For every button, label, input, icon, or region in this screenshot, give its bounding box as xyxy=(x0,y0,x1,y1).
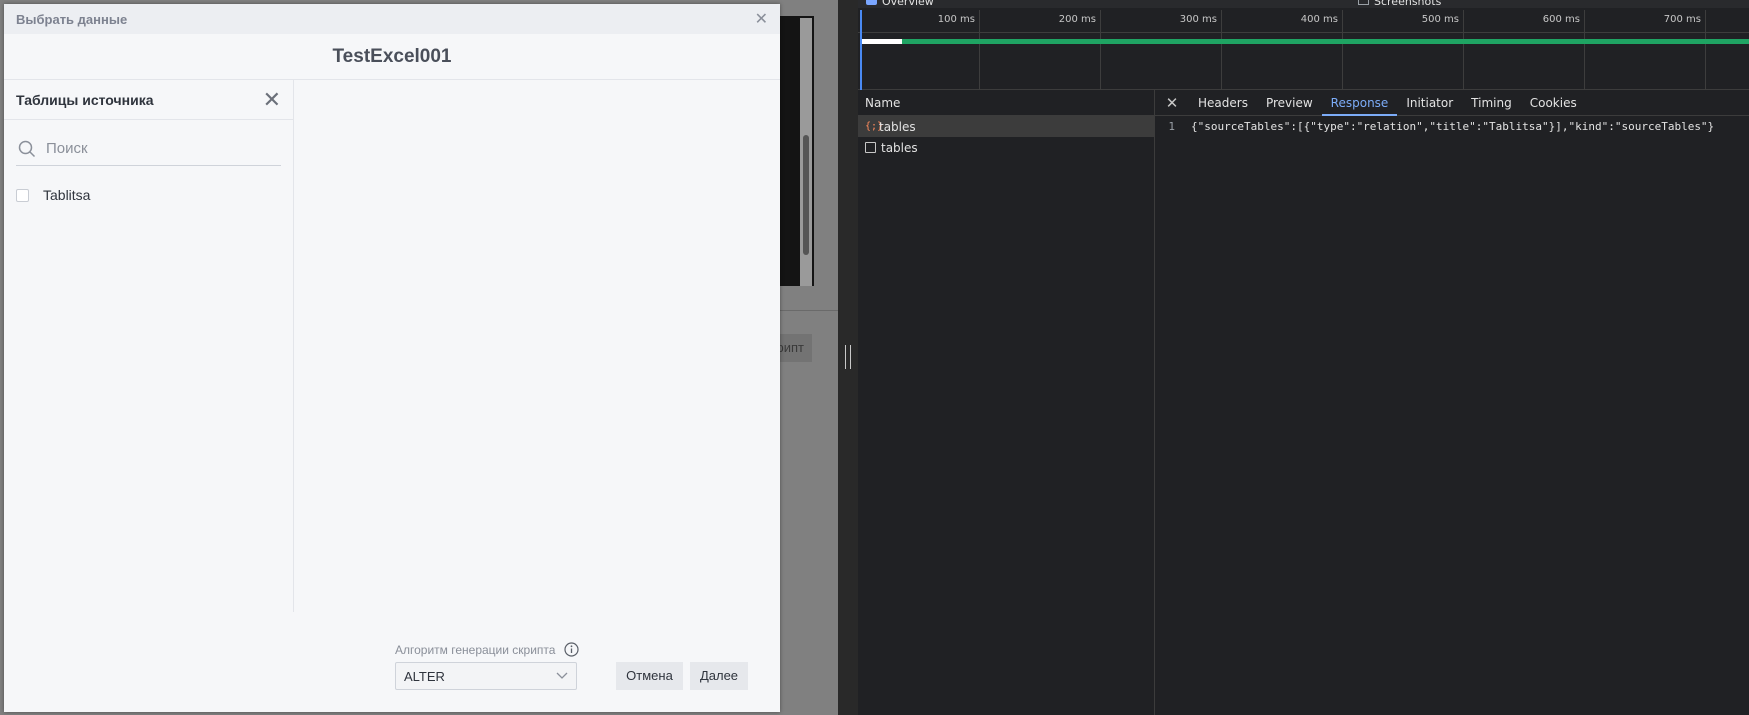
source-tables-header: Таблицы источника ✕ xyxy=(4,80,293,120)
timeline-tick-label: 400 ms xyxy=(1300,14,1338,25)
cancel-button[interactable]: Отмена xyxy=(616,662,683,690)
table-label: Tablitsa xyxy=(43,187,91,203)
search-field[interactable] xyxy=(16,132,281,166)
devtools-network-panel: Overview Screenshots 100 ms 200 ms 300 m… xyxy=(858,0,1749,715)
splitter-handle-icon[interactable] xyxy=(845,345,851,369)
timeline-gridline xyxy=(1463,10,1464,90)
timeline-tick-label: 700 ms xyxy=(1663,14,1701,25)
tab-preview[interactable]: Preview xyxy=(1257,90,1322,116)
modal-title: TestExcel001 xyxy=(4,34,780,80)
modal-header: Выбрать данные ✕ xyxy=(4,4,780,34)
request-name: tables xyxy=(879,119,916,134)
timeline-gridline xyxy=(1342,10,1343,90)
search-input[interactable] xyxy=(46,140,266,157)
response-line: 1 {"sourceTables":[{"type":"relation","t… xyxy=(1155,120,1749,133)
document-icon xyxy=(865,142,876,153)
algorithm-select[interactable]: ALTER xyxy=(395,662,577,690)
overview-label: Overview xyxy=(882,0,934,8)
algorithm-label: Алгоритм генерации скрипта xyxy=(395,642,580,657)
timeline-tick-label: 100 ms xyxy=(937,14,975,25)
request-list-header[interactable]: Name xyxy=(858,90,1154,116)
table-list-item[interactable]: Tablitsa xyxy=(16,186,293,204)
timeline-tick-label: 500 ms xyxy=(1421,14,1459,25)
modal-footer: Алгоритм генерации скрипта ALTER Отмена … xyxy=(4,614,780,712)
tab-initiator[interactable]: Initiator xyxy=(1397,90,1462,116)
algorithm-label-text: Алгоритм генерации скрипта xyxy=(395,642,556,657)
modal-header-title: Выбрать данные xyxy=(16,11,128,27)
request-detail: ✕ Headers Preview Response Initiator Tim… xyxy=(1155,90,1749,715)
screen: рипт Выбрать данные ✕ TestExcel001 Табли… xyxy=(0,0,1749,715)
json-icon: {;} xyxy=(865,121,884,132)
timeline-cursor[interactable] xyxy=(860,10,862,90)
background-divider xyxy=(770,310,838,311)
close-detail-icon[interactable]: ✕ xyxy=(1155,94,1189,112)
timeline-gridline xyxy=(1584,10,1585,90)
background-scrollbar-thumb[interactable] xyxy=(803,135,809,255)
modal-close-icon[interactable]: ✕ xyxy=(755,9,768,29)
close-panel-icon[interactable]: ✕ xyxy=(263,88,281,111)
line-number: 1 xyxy=(1168,120,1175,133)
timeline-gridline xyxy=(979,10,980,90)
timeline-ruler xyxy=(858,32,1749,33)
overview-checkbox[interactable] xyxy=(866,0,877,5)
source-tables-panel: Таблицы источника ✕ Tablitsa xyxy=(4,80,294,612)
network-timeline[interactable]: 100 ms 200 ms 300 ms 400 ms 500 ms 600 m… xyxy=(858,10,1749,90)
timeline-request-bar-waiting xyxy=(862,39,902,44)
screenshots-label: Screenshots xyxy=(1374,0,1442,8)
request-row[interactable]: tables xyxy=(858,137,1154,158)
timeline-tick-label: 300 ms xyxy=(1179,14,1217,25)
next-button[interactable]: Далее xyxy=(690,662,748,690)
tab-response[interactable]: Response xyxy=(1321,90,1398,116)
screenshots-checkbox[interactable] xyxy=(1358,0,1369,5)
request-name: tables xyxy=(881,140,918,155)
tab-timing[interactable]: Timing xyxy=(1462,90,1521,116)
algorithm-select-value: ALTER xyxy=(404,668,445,684)
timeline-gridline xyxy=(1221,10,1222,90)
timeline-tick-label: 600 ms xyxy=(1542,14,1580,25)
request-list: Name {;} tables tables xyxy=(858,90,1155,715)
table-checkbox[interactable] xyxy=(16,188,29,202)
chevron-down-icon xyxy=(556,672,568,679)
timeline-gridline xyxy=(1100,10,1101,90)
search-icon xyxy=(18,140,36,157)
source-tables-title: Таблицы источника xyxy=(16,91,154,108)
timeline-tick-label: 200 ms xyxy=(1058,14,1096,25)
tab-headers[interactable]: Headers xyxy=(1189,90,1257,116)
detail-tabs: ✕ Headers Preview Response Initiator Tim… xyxy=(1155,90,1749,116)
response-body[interactable]: {"sourceTables":[{"type":"relation","tit… xyxy=(1191,120,1714,133)
select-data-modal: Выбрать данные ✕ TestExcel001 Таблицы ис… xyxy=(4,4,780,712)
devtools-toolbar-strip: Overview Screenshots xyxy=(858,0,1749,8)
info-icon[interactable] xyxy=(564,642,580,657)
tab-cookies[interactable]: Cookies xyxy=(1521,90,1586,116)
request-row[interactable]: {;} tables xyxy=(858,116,1154,137)
timeline-gridline xyxy=(1705,10,1706,90)
modal-body: Таблицы источника ✕ Tablitsa xyxy=(4,80,780,612)
timeline-request-bar xyxy=(862,39,1749,44)
